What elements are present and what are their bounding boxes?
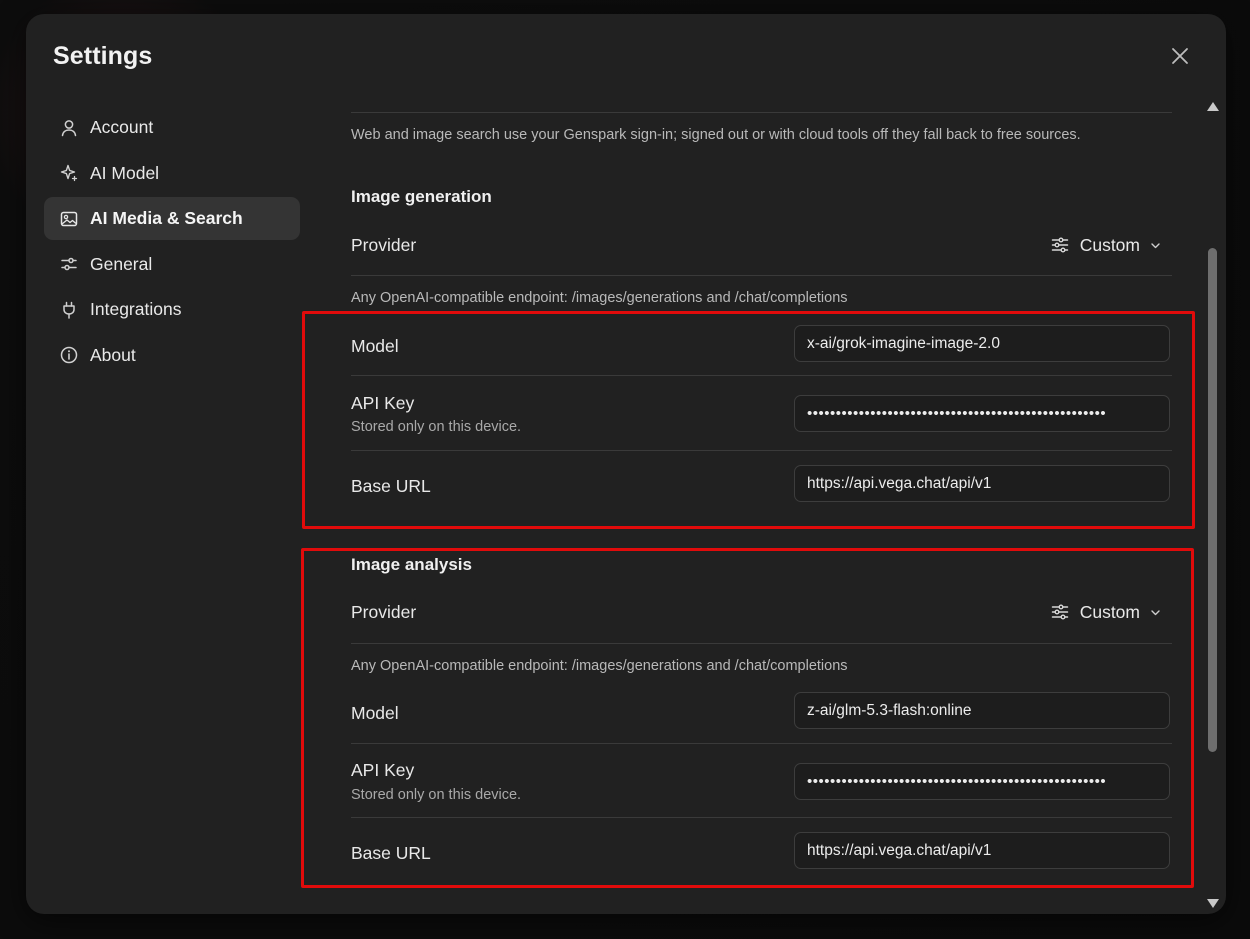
- info-icon: [60, 346, 78, 364]
- sparkle-icon: [60, 164, 78, 182]
- sidebar-item-account[interactable]: Account: [44, 106, 300, 149]
- sidebar-item-ai-media-search[interactable]: AI Media & Search: [44, 197, 300, 240]
- ana-model-input[interactable]: [794, 692, 1170, 729]
- plug-icon: [60, 301, 78, 319]
- ana-model-label: Model: [351, 703, 399, 723]
- close-icon: [1172, 48, 1188, 64]
- gen-model-label: Model: [351, 336, 399, 356]
- gen-endpoint-note: Any OpenAI-compatible endpoint: /images/…: [351, 290, 848, 306]
- ana-api-key-input[interactable]: [794, 763, 1170, 800]
- scroll-thumb[interactable]: [1208, 248, 1217, 752]
- gen-base-url-label: Base URL: [351, 476, 431, 496]
- image-analysis-heading: Image analysis: [351, 555, 472, 574]
- sidebar-item-label: About: [90, 344, 136, 365]
- sidebar-item-label: AI Media & Search: [90, 208, 243, 228]
- divider: [351, 643, 1172, 644]
- dialog-title: Settings: [53, 42, 153, 70]
- divider: [351, 375, 1172, 376]
- ana-base-url-label: Base URL: [351, 843, 431, 863]
- sidebar-item-label: Account: [90, 117, 154, 137]
- sidebar-item-general[interactable]: General: [44, 243, 300, 286]
- sidebar-item-label: AI Model: [90, 162, 160, 183]
- ana-provider-label: Provider: [351, 602, 417, 622]
- image-generation-heading: Image generation: [351, 187, 492, 206]
- divider: [351, 275, 1172, 276]
- ana-api-key-note: Stored only on this device.: [351, 787, 522, 803]
- sidebar-item-label: Integrations: [90, 299, 182, 319]
- gen-provider-label: Provider: [351, 235, 417, 255]
- gen-base-url-input[interactable]: [794, 465, 1170, 502]
- divider: [351, 817, 1172, 818]
- gen-api-key-label: API Key: [351, 393, 415, 413]
- sidebar-item-ai-model[interactable]: AI Model: [44, 152, 300, 195]
- sliders-icon: [1051, 603, 1069, 621]
- sidebar-item-label: General: [90, 253, 153, 274]
- gen-provider-select[interactable]: Custom: [1051, 230, 1161, 260]
- divider: [351, 743, 1172, 744]
- user-icon: [60, 119, 78, 137]
- settings-sidebar: Account AI Model AI Media & Search Gener…: [44, 106, 300, 379]
- chevron-down-icon: [1150, 240, 1161, 251]
- ana-api-key-label: API Key: [351, 760, 415, 780]
- ana-endpoint-note: Any OpenAI-compatible endpoint: /images/…: [351, 658, 848, 674]
- settings-dialog: Settings Account AI Model AI Media & Sea…: [26, 14, 1226, 914]
- sidebar-item-about[interactable]: About: [44, 334, 300, 377]
- close-button[interactable]: [1168, 44, 1192, 68]
- image-icon: [60, 210, 78, 228]
- scroll-down-icon[interactable]: [1207, 899, 1219, 908]
- sidebar-item-integrations[interactable]: Integrations: [44, 288, 300, 331]
- content-scrollbar[interactable]: [1204, 100, 1220, 910]
- gen-model-input[interactable]: [794, 325, 1170, 362]
- ana-base-url-input[interactable]: [794, 832, 1170, 869]
- scroll-up-icon[interactable]: [1207, 102, 1219, 111]
- gen-api-key-note: Stored only on this device.: [351, 419, 522, 435]
- ana-provider-select[interactable]: Custom: [1051, 597, 1161, 627]
- chevron-down-icon: [1150, 607, 1161, 618]
- ana-provider-value: Custom: [1079, 601, 1140, 622]
- gen-api-key-input[interactable]: [794, 395, 1170, 432]
- gen-provider-value: Custom: [1079, 234, 1140, 255]
- search-note: Web and image search use your Genspark s…: [351, 127, 1081, 143]
- divider: [351, 450, 1172, 451]
- sliders-icon: [1051, 236, 1069, 254]
- sliders-icon: [60, 255, 78, 273]
- divider: [351, 112, 1172, 113]
- settings-content: Web and image search use your Genspark s…: [351, 99, 1173, 914]
